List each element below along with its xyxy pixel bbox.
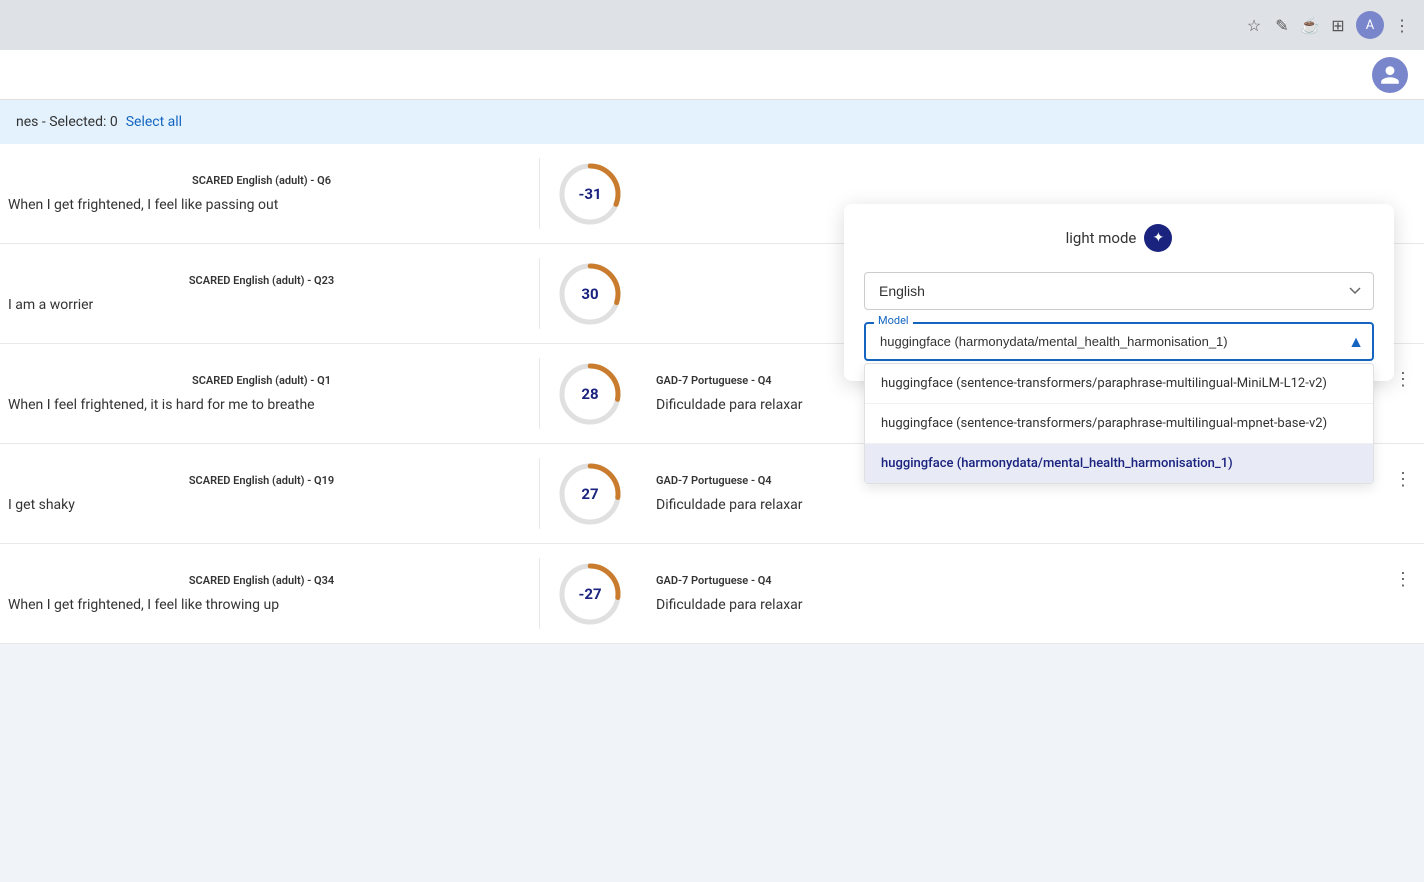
score-cell: 28 xyxy=(540,346,640,442)
left-cell: SCARED English (adult) - Q6 When I get f… xyxy=(0,158,540,229)
score-value: -27 xyxy=(578,585,601,603)
model-option-3-selected[interactable]: huggingface (harmonydata/mental_health_h… xyxy=(865,444,1373,483)
score-cell: 30 xyxy=(540,246,640,342)
menu-icon[interactable]: ⋮ xyxy=(1392,15,1412,35)
score-cell: -27 xyxy=(540,546,640,642)
score-cell: 27 xyxy=(540,446,640,542)
model-options-dropdown: huggingface (sentence-transformers/parap… xyxy=(864,363,1374,484)
chrome-bar: ☆ ✎ ☕ ⊞ A ⋮ xyxy=(0,0,1424,50)
left-cell: SCARED English (adult) - Q1 When I feel … xyxy=(0,358,540,429)
score-circle: -27 xyxy=(558,562,622,626)
score-circle: 30 xyxy=(558,262,622,326)
right-cell: GAD-7 Portuguese - Q4 Dificuldade para r… xyxy=(640,558,1424,629)
left-cell: SCARED English (adult) - Q23 I am a worr… xyxy=(0,258,540,329)
selection-bar: nes - Selected: 0 Select all xyxy=(0,100,1424,144)
score-value: -31 xyxy=(578,185,601,203)
right-label: GAD-7 Portuguese - Q4 xyxy=(656,574,1408,587)
theme-icon[interactable]: ✦ xyxy=(1144,224,1172,252)
question-text: I get shaky xyxy=(0,497,523,513)
question-text: When I get frightened, I feel like throw… xyxy=(0,597,523,613)
score-circle: 28 xyxy=(558,362,622,426)
panel-header: light mode ✦ xyxy=(864,224,1374,252)
chrome-avatar[interactable]: A xyxy=(1356,11,1384,39)
score-circle: 27 xyxy=(558,462,622,526)
user-bar xyxy=(0,50,1424,100)
more-options-button[interactable]: ⋮ xyxy=(1394,370,1412,388)
panel-title: light mode xyxy=(1066,229,1137,247)
selection-count: nes - Selected: 0 xyxy=(16,114,118,130)
score-value: 30 xyxy=(581,285,598,303)
score-value: 27 xyxy=(581,485,598,503)
settings-panel: light mode ✦ English Portuguese Spanish … xyxy=(844,204,1394,381)
model-select[interactable]: huggingface (sentence-transformers/parap… xyxy=(864,322,1374,361)
star-icon[interactable]: ☆ xyxy=(1244,15,1264,35)
model-select-wrapper: Model huggingface (sentence-transformers… xyxy=(864,322,1374,361)
extensions-icon[interactable]: ⊞ xyxy=(1328,15,1348,35)
right-text: Dificuldade para relaxar xyxy=(656,497,1408,513)
main-content: SCARED English (adult) - Q6 When I get f… xyxy=(0,144,1424,644)
model-option-1[interactable]: huggingface (sentence-transformers/parap… xyxy=(865,364,1373,404)
more-options-button[interactable]: ⋮ xyxy=(1394,470,1412,488)
question-label: SCARED English (adult) - Q1 xyxy=(0,374,523,387)
edit-icon[interactable]: ✎ xyxy=(1272,15,1292,35)
question-label: SCARED English (adult) - Q19 xyxy=(0,474,523,487)
question-label: SCARED English (adult) - Q23 xyxy=(0,274,523,287)
coffee-icon[interactable]: ☕ xyxy=(1300,15,1320,35)
question-text: I am a worrier xyxy=(0,297,523,313)
model-option-2[interactable]: huggingface (sentence-transformers/parap… xyxy=(865,404,1373,444)
score-cell: -31 xyxy=(540,146,640,242)
more-options-button[interactable]: ⋮ xyxy=(1394,570,1412,588)
question-label: SCARED English (adult) - Q6 xyxy=(0,174,523,187)
left-cell: SCARED English (adult) - Q34 When I get … xyxy=(0,558,540,629)
score-value: 28 xyxy=(581,385,598,403)
question-text: When I get frightened, I feel like passi… xyxy=(0,197,523,213)
left-cell: SCARED English (adult) - Q19 I get shaky xyxy=(0,458,540,529)
model-select-label: Model xyxy=(874,314,913,327)
language-select[interactable]: English Portuguese Spanish French xyxy=(864,272,1374,310)
table-row: SCARED English (adult) - Q34 When I get … xyxy=(0,544,1424,644)
question-label: SCARED English (adult) - Q34 xyxy=(0,574,523,587)
right-text: Dificuldade para relaxar xyxy=(656,597,1408,613)
question-text: When I feel frightened, it is hard for m… xyxy=(0,397,523,413)
select-all-link[interactable]: Select all xyxy=(126,114,182,130)
user-avatar[interactable] xyxy=(1372,57,1408,93)
score-circle: -31 xyxy=(558,162,622,226)
